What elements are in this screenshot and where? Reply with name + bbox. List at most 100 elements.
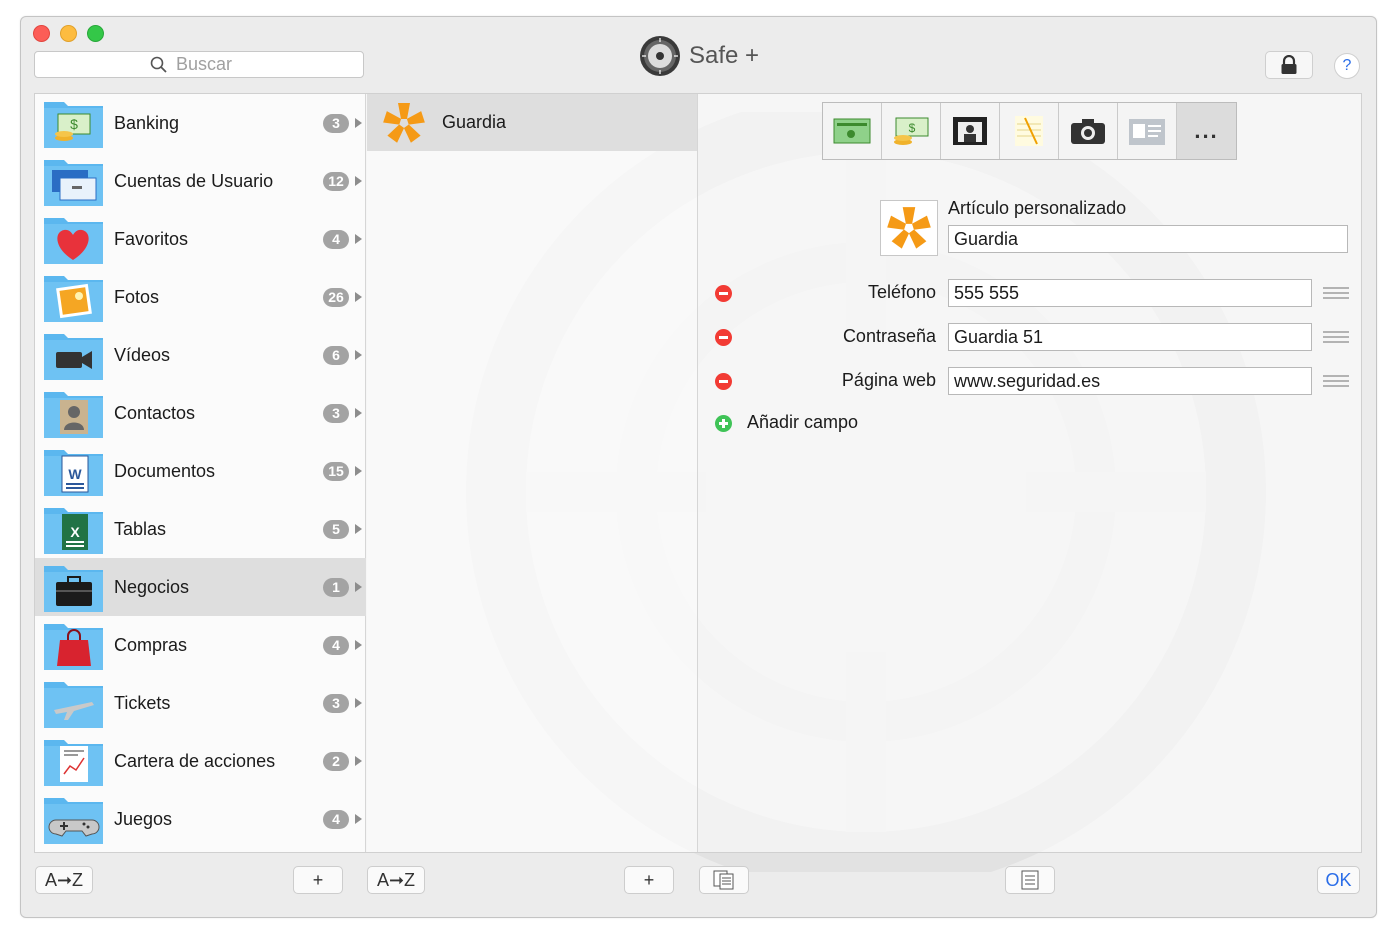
item-row-guardia[interactable]: Guardia	[367, 94, 697, 151]
template-photo-button[interactable]	[1059, 103, 1118, 159]
count-badge: 4	[323, 229, 349, 249]
svg-text:X: X	[70, 524, 80, 540]
field-label: Página web	[841, 370, 936, 390]
svg-text:$: $	[909, 121, 916, 135]
ok-button[interactable]: OK	[1317, 866, 1360, 894]
category-label: Favoritos	[114, 228, 189, 249]
video-camera-icon	[44, 334, 103, 380]
sort-items-button[interactable]: A➞Z	[367, 866, 425, 894]
template-more-button[interactable]: ...	[1177, 103, 1236, 159]
template-contact-button[interactable]	[1118, 103, 1177, 159]
category-label: Negocios	[114, 576, 190, 597]
close-window-button[interactable]	[33, 25, 50, 42]
drag-handle-icon[interactable]	[1323, 287, 1349, 299]
add-item-button[interactable]: +	[624, 866, 674, 894]
item-title-field[interactable]	[948, 225, 1348, 253]
category-item-negocios[interactable]: Negocios 1	[35, 558, 366, 616]
category-item-contactos[interactable]: Contactos 3	[35, 384, 366, 442]
count-badge: 12	[323, 171, 349, 191]
category-item-juegos[interactable]: Juegos 4	[35, 790, 366, 848]
item-type-label: Artículo personalizado	[948, 198, 1127, 218]
disclosure-arrow-icon	[355, 350, 362, 360]
category-label: Vídeos	[114, 344, 171, 365]
add-category-button[interactable]: +	[293, 866, 343, 894]
disclosure-arrow-icon	[355, 118, 362, 128]
count-badge: 3	[323, 403, 349, 423]
category-item-videos[interactable]: Vídeos 6	[35, 326, 366, 384]
drag-handle-icon[interactable]	[1323, 375, 1349, 387]
add-field-label[interactable]: Añadir campo	[747, 412, 858, 433]
count-badge: 4	[323, 635, 349, 655]
template-id-card-button[interactable]	[941, 103, 1000, 159]
count-badge: 26	[323, 287, 349, 307]
disclosure-arrow-icon	[355, 292, 362, 302]
category-item-tickets[interactable]: Tickets 3	[35, 674, 366, 732]
count-badge: 1	[323, 577, 349, 597]
main-panels: $ Banking 3 Cuentas de Usuario 12 Favori…	[34, 93, 1362, 853]
template-banking-button[interactable]: $	[882, 103, 941, 159]
item-icon-picker[interactable]	[880, 200, 938, 256]
search-icon	[150, 56, 167, 73]
print-item-button[interactable]	[1005, 866, 1055, 894]
minimize-window-button[interactable]	[60, 25, 77, 42]
website-field[interactable]	[948, 367, 1312, 395]
drag-handle-icon[interactable]	[1323, 331, 1349, 343]
app-title: Safe +	[639, 35, 759, 77]
field-label: Contraseña	[842, 326, 936, 346]
safe-dial-logo-icon	[640, 36, 680, 76]
search-field[interactable]	[34, 51, 364, 78]
password-field[interactable]	[948, 323, 1312, 351]
duplicate-item-button[interactable]	[699, 866, 749, 894]
app-window: Safe + ? $ Banking 3	[20, 16, 1377, 918]
svg-text:$: $	[70, 116, 78, 132]
contact-card-icon	[44, 392, 103, 438]
user-accounts-icon	[44, 160, 103, 206]
category-item-documentos[interactable]: W Documentos 15	[35, 442, 366, 500]
disclosure-arrow-icon	[355, 234, 362, 244]
disclosure-arrow-icon	[355, 524, 362, 534]
phone-field[interactable]	[948, 279, 1312, 307]
category-item-cuentas-de-usuario[interactable]: Cuentas de Usuario 12	[35, 152, 366, 210]
money-icon: $	[44, 102, 103, 148]
category-item-compras[interactable]: Compras 4	[35, 616, 366, 674]
word-document-icon: W	[44, 450, 103, 496]
lock-icon	[1281, 55, 1297, 74]
question-mark-icon: ?	[1342, 57, 1352, 74]
item-label: Guardia	[442, 112, 507, 132]
lock-button[interactable]	[1265, 51, 1313, 79]
count-badge: 3	[323, 693, 349, 713]
template-note-button[interactable]	[1000, 103, 1059, 159]
category-label: Fotos	[114, 286, 160, 307]
count-badge: 6	[323, 345, 349, 365]
disclosure-arrow-icon	[355, 176, 362, 186]
category-item-banking[interactable]: $ Banking 3	[35, 94, 366, 152]
svg-text:W: W	[68, 466, 82, 482]
stock-report-icon	[44, 740, 103, 786]
zoom-window-button[interactable]	[87, 25, 104, 42]
category-item-fotos[interactable]: Fotos 26	[35, 268, 366, 326]
sort-categories-button[interactable]: A➞Z	[35, 866, 93, 894]
category-label: Cuentas de Usuario	[114, 170, 274, 191]
category-label: Cartera de acciones	[114, 750, 276, 771]
category-label: Contactos	[114, 402, 196, 423]
search-input[interactable]	[174, 53, 248, 76]
add-field-button[interactable]	[715, 415, 732, 432]
category-item-cartera-de-acciones[interactable]: Cartera de acciones 2	[35, 732, 366, 790]
count-badge: 5	[323, 519, 349, 539]
copy-documents-icon	[713, 870, 734, 890]
category-item-favoritos[interactable]: Favoritos 4	[35, 210, 366, 268]
template-credit-card-button[interactable]	[823, 103, 882, 159]
detail-panel: $ ... Artículo personalizado Guardia Tel…	[699, 94, 1361, 852]
category-label: Documentos	[114, 460, 216, 481]
disclosure-arrow-icon	[355, 466, 362, 476]
help-button[interactable]: ?	[1334, 53, 1360, 79]
app-title-text: Safe +	[689, 42, 760, 69]
orange-star-icon	[887, 207, 931, 249]
category-label: Banking	[114, 112, 180, 133]
category-label: Compras	[114, 634, 188, 655]
briefcase-icon	[44, 566, 103, 612]
count-badge: 2	[323, 751, 349, 771]
disclosure-arrow-icon	[355, 640, 362, 650]
category-item-tablas[interactable]: X Tablas 5	[35, 500, 366, 558]
count-badge: 15	[323, 461, 349, 481]
